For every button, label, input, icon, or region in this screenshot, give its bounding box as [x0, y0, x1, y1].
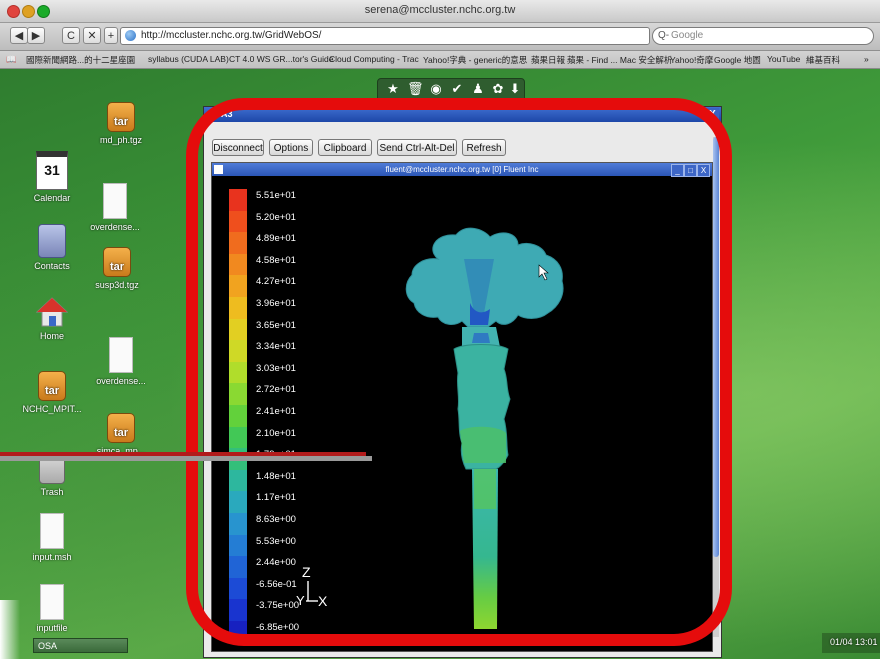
desktop-icon-label: NCHC_MPIT... — [22, 404, 82, 414]
tar-archive-icon: tar — [103, 247, 131, 277]
desktop-icon-label: susp3d.tgz — [95, 280, 139, 290]
tar-archive-icon: tar — [107, 413, 135, 443]
desktop-icon-nchc-mpit[interactable]: tar NCHC_MPIT... — [7, 371, 97, 414]
desktop-icon-label: md_ph.tgz — [99, 135, 143, 145]
address-bar[interactable]: http://mccluster.nchc.org.tw/GridWebOS/ — [120, 27, 650, 45]
bookmark-item[interactable]: CT 4.0 WS GR...tor's Guide — [229, 54, 333, 64]
site-globe-icon — [125, 30, 136, 41]
clock-area: 01/04 13:01 — [822, 633, 880, 653]
plus-icon: + — [107, 30, 115, 42]
window-titlebar: serena@mccluster.nchc.org.tw — [0, 0, 880, 23]
back-arrow-icon: ◀ — [14, 30, 24, 42]
desktop-icon-md-ph[interactable]: tar md_ph.tgz — [76, 102, 166, 145]
back-button[interactable]: ◀ — [10, 27, 28, 44]
document-icon — [103, 183, 127, 219]
desktop-icon-label: Contacts — [34, 261, 70, 271]
star-icon[interactable]: ★ — [386, 82, 400, 96]
more-bookmarks-chevron[interactable]: » — [864, 54, 869, 64]
document-icon — [109, 337, 133, 373]
forward-arrow-icon: ▶ — [31, 30, 41, 42]
home-icon — [35, 296, 69, 328]
users-icon[interactable]: ♟ — [471, 82, 485, 96]
desktop-icon-simca[interactable]: tar simca_mp... — [76, 413, 166, 456]
reload-button[interactable]: C — [62, 27, 80, 44]
search-icon: Q- — [658, 30, 670, 41]
bookmark-item[interactable]: 維基百科 — [806, 54, 840, 66]
desktop-icon-calendar[interactable]: 31 Calendar — [7, 151, 97, 203]
bookmark-item[interactable]: 國際新聞網路...的十二星座園 — [26, 54, 135, 66]
desktop-icon-label: Trash — [40, 487, 64, 497]
desktop-icon-home[interactable]: Home — [7, 296, 97, 341]
window-title: serena@mccluster.nchc.org.tw — [364, 4, 516, 16]
bookmark-item[interactable]: YouTube — [767, 54, 800, 64]
bookmark-item[interactable]: 蘋果 - Find ... Mac 安全解析 — [567, 54, 672, 66]
document-icon — [40, 513, 64, 549]
gear-icon[interactable]: ✿ — [491, 82, 505, 96]
bookmark-item[interactable]: syllabus (CUDA LAB) — [148, 54, 229, 64]
desktop-icon-label: Calendar — [33, 193, 71, 203]
bookmark-item[interactable]: 蘋果日報 — [531, 54, 565, 66]
search-field[interactable]: Q- Google — [652, 27, 874, 45]
taskbar-osa-button[interactable]: OSA — [33, 638, 128, 653]
desktop-icon-contacts[interactable]: Contacts — [7, 224, 97, 271]
edge-fade — [0, 600, 20, 659]
stop-button[interactable]: ✕ — [83, 27, 101, 44]
download-icon[interactable]: ⬇ — [508, 82, 522, 96]
desktop-icon-inputfile[interactable]: inputfile — [7, 584, 97, 633]
document-icon — [40, 584, 64, 620]
desktop-icon-label: input.msh — [32, 552, 72, 562]
highlight-annotation-ring — [186, 98, 732, 646]
forward-button[interactable]: ▶ — [27, 27, 45, 44]
reload-icon: C — [67, 30, 75, 42]
stop-icon: ✕ — [87, 30, 97, 42]
clock: 01/04 13:01 — [830, 637, 878, 647]
contacts-icon — [38, 224, 66, 258]
bookmark-item[interactable]: Yahoo!字典 - generic的意思 — [423, 54, 527, 66]
search-placeholder: Google — [671, 30, 704, 41]
rss-icon[interactable]: ◉ — [429, 82, 443, 96]
tar-archive-icon: tar — [107, 102, 135, 132]
bookmarks-bar: 📖 國際新聞網路...的十二星座園 syllabus (CUDA LAB) CT… — [0, 51, 880, 69]
browser-toolbar: ◀ ▶ C ✕ + http://mccluster.nchc.org.tw/G… — [0, 23, 880, 51]
add-bookmark-button[interactable]: + — [104, 27, 118, 44]
annotation-pointer-shadow — [0, 456, 372, 461]
desktop-icon-input-msh[interactable]: input.msh — [7, 513, 97, 562]
bookmark-item[interactable]: Yahoo!奇摩 — [670, 54, 713, 66]
bookmark-item[interactable]: Cloud Computing - Trac — [329, 54, 419, 64]
check-icon[interactable]: ✔ — [450, 82, 464, 96]
bookmarks-book-icon[interactable]: 📖 — [6, 54, 17, 65]
desktop-icon-label: inputfile — [36, 623, 68, 633]
trash-can-icon[interactable]: 🗑 — [407, 82, 424, 96]
url-text: http://mccluster.nchc.org.tw/GridWebOS/ — [141, 30, 322, 41]
calendar-icon: 31 — [36, 151, 68, 190]
tar-archive-icon: tar — [38, 371, 66, 401]
bookmark-item[interactable]: Google 地圖 — [714, 54, 761, 66]
desktop-icon-label: Home — [39, 331, 64, 341]
